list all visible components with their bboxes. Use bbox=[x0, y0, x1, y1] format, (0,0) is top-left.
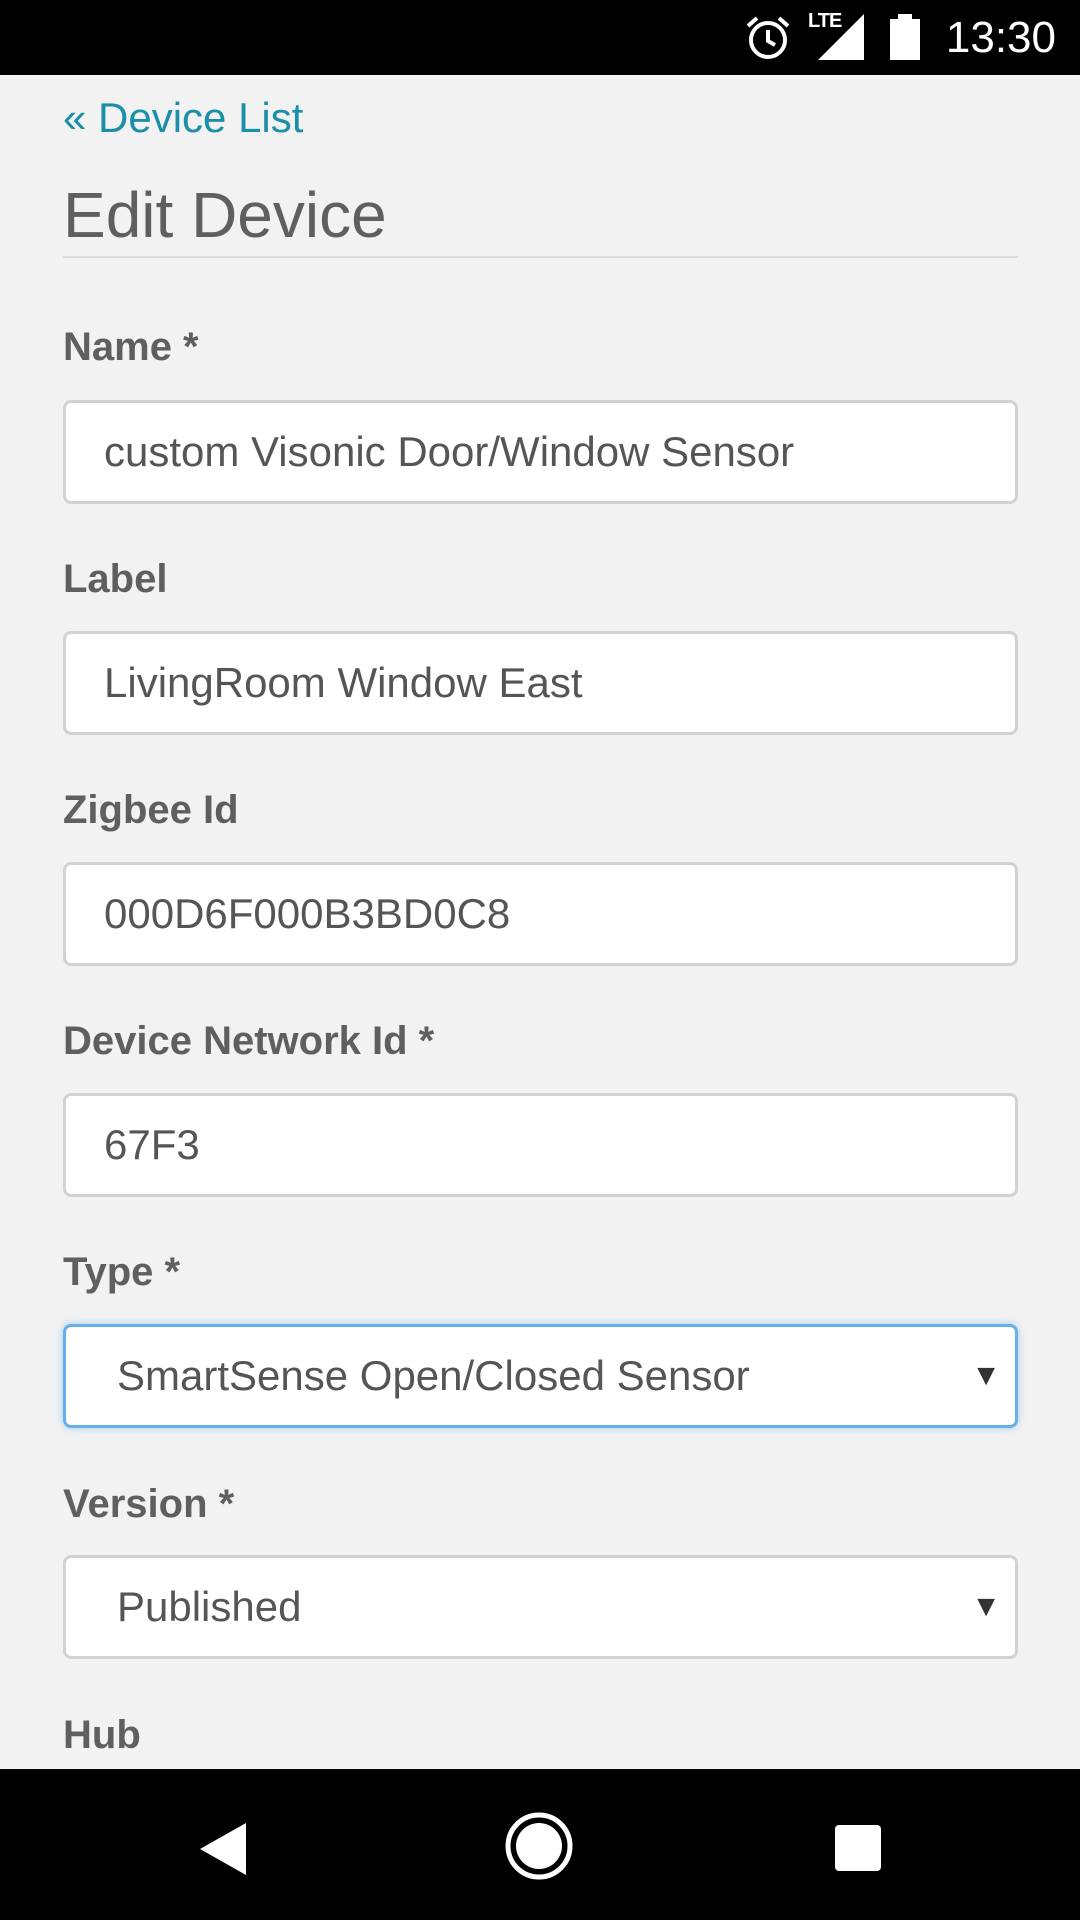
type-label: Type * bbox=[63, 1250, 181, 1294]
device-network-id-input[interactable]: 67F3 bbox=[63, 1093, 1018, 1197]
system-navigation-bar bbox=[0, 1769, 1080, 1920]
chevron-down-icon: ▼ bbox=[971, 1359, 1001, 1392]
hub-label: Hub bbox=[63, 1713, 141, 1757]
home-icon[interactable] bbox=[504, 1811, 574, 1881]
version-label: Version * bbox=[63, 1482, 235, 1526]
status-bar: LTE 13:30 bbox=[0, 0, 1080, 75]
zigbee-id-input[interactable]: 000D6F000B3BD0C8 bbox=[63, 862, 1018, 966]
name-label: Name * bbox=[63, 325, 199, 369]
back-icon[interactable] bbox=[198, 1821, 248, 1877]
recents-icon[interactable] bbox=[833, 1823, 883, 1873]
clock: 13:30 bbox=[945, 13, 1056, 62]
type-select[interactable]: SmartSense Open/Closed Sensor ▼ bbox=[63, 1324, 1018, 1428]
chevron-down-icon: ▼ bbox=[971, 1590, 1001, 1623]
page-title: Edit Device bbox=[63, 179, 387, 251]
zigbee-id-label: Zigbee Id bbox=[63, 788, 239, 832]
name-input[interactable]: custom Visonic Door/Window Sensor bbox=[63, 400, 1018, 504]
page-content: « Device List Edit Device Name * custom … bbox=[0, 75, 1080, 1769]
device-network-id-label: Device Network Id * bbox=[63, 1019, 435, 1063]
signal-icon bbox=[818, 14, 864, 60]
label-label: Label bbox=[63, 557, 168, 601]
title-divider bbox=[63, 256, 1018, 258]
version-select-value: Published bbox=[117, 1583, 302, 1630]
label-input[interactable]: LivingRoom Window East bbox=[63, 631, 1018, 735]
version-select[interactable]: Published ▼ bbox=[63, 1555, 1018, 1659]
back-to-device-list-link[interactable]: « Device List bbox=[63, 93, 303, 143]
battery-icon bbox=[890, 14, 920, 60]
alarm-icon bbox=[746, 16, 790, 59]
type-select-value: SmartSense Open/Closed Sensor bbox=[117, 1352, 750, 1399]
